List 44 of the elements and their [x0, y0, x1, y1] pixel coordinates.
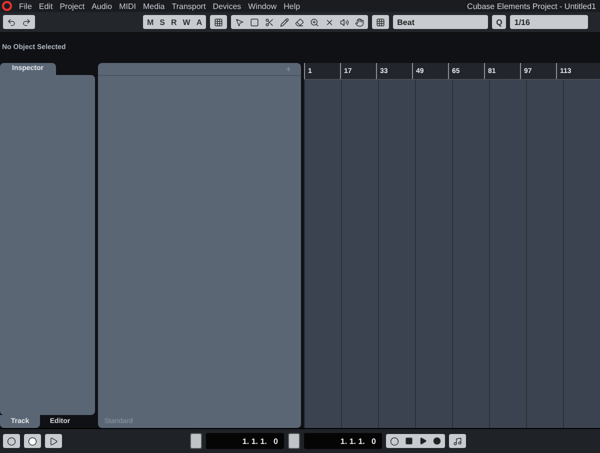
- menu-item[interactable]: Media: [142, 2, 165, 10]
- snap-type-dropdown[interactable]: Beat: [393, 15, 488, 29]
- menu-item[interactable]: MIDI: [119, 2, 136, 10]
- state-button[interactable]: W: [180, 15, 192, 29]
- undo-icon: [7, 18, 16, 26]
- menu-item[interactable]: Project: [60, 2, 85, 10]
- state-button[interactable]: S: [158, 15, 168, 29]
- play-icon: [49, 436, 58, 446]
- state-button[interactable]: M: [145, 15, 156, 29]
- record-icon: [433, 437, 441, 445]
- grid-icon: [214, 18, 224, 26]
- menu-item[interactable]: File: [19, 2, 32, 10]
- menu-item[interactable]: Edit: [38, 2, 53, 10]
- quantize-button[interactable]: Q: [494, 15, 504, 29]
- square-icon: [250, 18, 260, 26]
- pencil-icon: [280, 18, 290, 26]
- state-button[interactable]: R: [169, 15, 179, 29]
- menu-item[interactable]: Audio: [92, 2, 112, 10]
- state-button[interactable]: A: [194, 15, 204, 29]
- circle-icon: [7, 436, 16, 446]
- quantize-field[interactable]: 1/16: [510, 15, 588, 29]
- pointer-icon: [235, 18, 244, 26]
- grid-icon: [376, 18, 386, 26]
- left-locator-display: 1. 1. 1. 0: [206, 433, 284, 449]
- eraser-icon: [295, 18, 304, 26]
- play-icon: [419, 437, 427, 445]
- right-locator-button[interactable]: [288, 433, 300, 449]
- window-title: Cubase Elements Project - Untitled1: [467, 2, 596, 10]
- zoom-in-icon: [310, 18, 320, 26]
- circle-icon: [28, 436, 37, 446]
- scissors-icon: [265, 18, 274, 26]
- redo-icon: [22, 18, 31, 26]
- music-note-icon: [453, 436, 462, 446]
- menu-item[interactable]: Window: [248, 2, 277, 10]
- app-logo-icon: [2, 1, 12, 11]
- right-locator-display: 1. 1. 1. 0: [304, 433, 382, 449]
- left-locator-button[interactable]: [190, 433, 202, 449]
- menu-item[interactable]: Transport: [172, 2, 206, 10]
- hand-icon: [355, 18, 364, 26]
- menu-item[interactable]: Devices: [212, 2, 242, 10]
- menu-item[interactable]: Help: [284, 2, 300, 10]
- speaker-icon: [340, 18, 350, 26]
- stop-icon: [405, 437, 413, 445]
- x-icon: [325, 18, 334, 26]
